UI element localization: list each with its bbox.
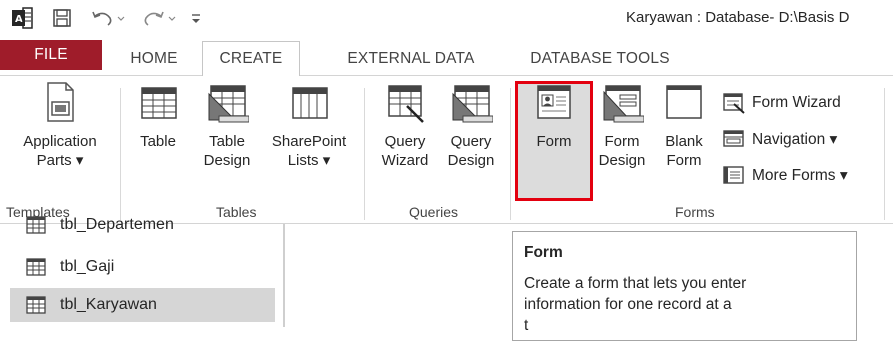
navigation-pane: tbl_Departemen tbl_Gaji tbl_Karyawan <box>0 216 285 327</box>
form-design-label-2: Design <box>598 152 646 169</box>
window-title: Karyawan : Database- D:\Basis D <box>626 9 850 26</box>
title-bar: A Karyawan : Database- D:\Basis D <box>0 0 893 34</box>
form-design-label-1: Form <box>604 133 640 150</box>
nav-item-label: tbl_Karyawan <box>60 296 157 313</box>
separator <box>510 88 511 220</box>
more-forms-label: More Forms ▾ <box>752 166 848 184</box>
save-icon[interactable] <box>50 7 74 29</box>
table-label: Table <box>140 133 176 150</box>
table-button[interactable]: Table <box>128 80 188 151</box>
application-parts-icon <box>47 82 74 122</box>
tab-home[interactable]: HOME <box>114 42 194 76</box>
query-design-label-2: Design <box>447 152 495 169</box>
table-icon <box>26 296 46 314</box>
table-design-label-2: Design <box>203 152 251 169</box>
sharepoint-lists-label-2: Lists ▾ <box>287 152 331 169</box>
sharepoint-lists-label-1: SharePoint <box>271 133 347 150</box>
table-design-icon <box>208 85 249 123</box>
query-design-label-1: Query <box>450 133 492 150</box>
table-design-label-1: Table <box>209 133 245 150</box>
query-wizard-icon <box>388 85 424 123</box>
table-icon <box>26 258 46 276</box>
blank-form-button[interactable]: Blank Form <box>656 80 712 170</box>
query-design-icon <box>452 85 493 123</box>
nav-item-tbl-karyawan[interactable]: tbl_Karyawan <box>10 288 275 322</box>
table-icon <box>26 216 46 234</box>
more-forms-icon <box>723 166 744 184</box>
separator <box>364 88 365 220</box>
table-design-button[interactable]: Table Design <box>196 80 258 170</box>
tooltip-title: Form <box>524 244 563 261</box>
application-parts-label-1: Application <box>23 133 97 150</box>
query-wizard-label-1: Query <box>384 133 426 150</box>
more-forms-button[interactable]: More Forms ▾ <box>722 164 848 186</box>
redo-icon[interactable] <box>137 7 181 29</box>
tab-file[interactable]: FILE <box>0 40 102 70</box>
tab-create[interactable]: CREATE <box>202 41 300 77</box>
separator <box>120 88 121 220</box>
form-design-button[interactable]: Form Design <box>592 80 652 170</box>
tab-database-tools[interactable]: DATABASE TOOLS <box>514 42 686 76</box>
form-highlight-box <box>515 81 593 201</box>
tooltip-line-1: Create a form that lets you enter <box>524 275 747 292</box>
form-wizard-label: Form Wizard <box>752 94 841 111</box>
blank-form-label-1: Blank <box>665 133 703 150</box>
nav-item-tbl-gaji[interactable]: tbl_Gaji <box>10 250 275 284</box>
table-icon <box>141 87 177 119</box>
group-label-queries: Queries <box>409 204 459 220</box>
svg-text:A: A <box>15 14 23 25</box>
ribbon-tabs: FILE HOME CREATE EXTERNAL DATA DATABASE … <box>0 34 893 77</box>
application-parts-button[interactable]: Application Parts ▾ <box>8 80 112 170</box>
undo-icon[interactable] <box>88 7 132 29</box>
blank-form-icon <box>666 85 702 119</box>
tab-external-data[interactable]: EXTERNAL DATA <box>330 42 492 76</box>
application-parts-label-2: Parts ▾ <box>36 152 84 169</box>
sharepoint-lists-icon <box>292 87 328 119</box>
tooltip-line-2: information for one record at a <box>524 296 732 313</box>
query-wizard-label-2: Wizard <box>381 152 429 169</box>
group-label-forms: Forms <box>675 204 715 220</box>
query-wizard-button[interactable]: Query Wizard <box>374 80 436 170</box>
navigation-button[interactable]: Navigation ▾ <box>722 128 837 150</box>
navigation-icon <box>723 130 744 147</box>
nav-item-label: tbl_Departemen <box>60 216 174 233</box>
query-design-button[interactable]: Query Design <box>440 80 502 170</box>
form-wizard-button[interactable]: Form Wizard <box>722 92 841 114</box>
navigation-label: Navigation ▾ <box>752 130 838 148</box>
nav-item-tbl-departemen[interactable]: tbl_Departemen <box>10 213 275 237</box>
nav-item-label: tbl_Gaji <box>60 258 115 275</box>
separator <box>884 88 885 220</box>
form-tooltip: Form Create a form that lets you enter i… <box>512 231 857 341</box>
tooltip-line-3: t <box>524 317 529 334</box>
sharepoint-lists-button[interactable]: SharePoint Lists ▾ <box>262 80 356 170</box>
access-icon[interactable]: A <box>10 7 34 29</box>
blank-form-label-2: Form <box>666 152 702 169</box>
form-design-icon <box>603 85 644 123</box>
form-wizard-icon <box>723 93 745 114</box>
customize-qat-icon[interactable] <box>188 7 204 29</box>
